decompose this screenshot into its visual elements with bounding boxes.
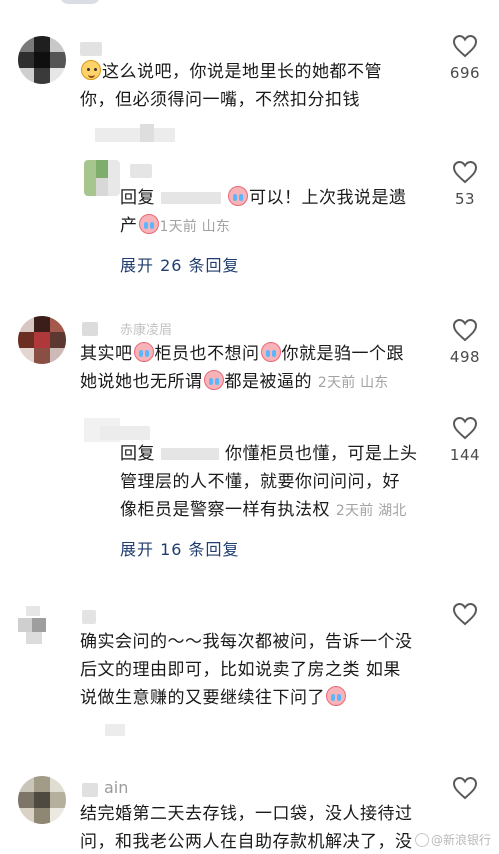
nickname-redacted[interactable] (100, 426, 150, 440)
redacted-mention (161, 448, 219, 460)
crying-face-emoji (260, 342, 281, 362)
nickname-redacted[interactable] (82, 783, 98, 797)
heart-outline-icon (452, 160, 478, 184)
like-button[interactable]: 498 (435, 318, 495, 366)
comment-text: 确实会问的～～我每次都被问，告诉一个没 后文的理由即可，比如说卖了房之类 如果 … (80, 632, 413, 708)
heart-outline-icon (452, 34, 478, 58)
previous-comment-stub (60, 0, 100, 4)
nickname-redacted[interactable] (82, 610, 96, 624)
heart-outline-icon (452, 318, 478, 342)
watermark: @新浪银行 (414, 831, 491, 848)
reply-text: 回复 你懂柜员也懂，可是上头 管理层的人不懂，就要你问问问，好 像柜员是警察一样有… (120, 444, 418, 520)
comment-text: 这么说吧，你说是地里长的她都不管 你，但必须得问一嘴，不然扣分扣钱 (80, 60, 382, 110)
nickname-fragment[interactable]: 赤康凌眉 (120, 319, 172, 338)
reply-meta: 2天前 湖北 (335, 503, 407, 519)
comment-meta: 2天前 山东 (317, 375, 389, 391)
like-button[interactable] (435, 776, 495, 800)
like-button[interactable]: 53 (435, 160, 495, 208)
heart-outline-icon (452, 602, 478, 626)
avatar[interactable] (18, 316, 66, 364)
crying-face-emoji (228, 186, 248, 206)
like-button[interactable]: 696 (435, 34, 495, 82)
like-button[interactable] (435, 602, 495, 626)
nickname-redacted[interactable] (80, 42, 102, 56)
like-count: 696 (449, 64, 481, 82)
avatar[interactable] (84, 160, 120, 196)
expand-replies-link[interactable]: 展开 16 条回复 (120, 536, 240, 560)
like-button[interactable]: 144 (435, 416, 495, 464)
nickname-fragment[interactable]: ain (104, 778, 128, 797)
doge-emoji (81, 60, 101, 80)
reply-text: 回复 可以！上次我说是遗 产 1天前 山东 (120, 186, 407, 236)
nickname-redacted[interactable] (82, 322, 98, 336)
comment-text: 结完婚第二天去存钱，一口袋，没人接待过 问，和我老公两人在自助存款机解决了，没 (80, 804, 413, 852)
crying-face-emoji (326, 686, 346, 706)
redacted-block (95, 128, 175, 142)
expand-replies-link[interactable]: 展开 26 条回复 (120, 252, 240, 276)
crying-face-emoji (133, 342, 154, 362)
avatar[interactable] (18, 606, 66, 654)
avatar[interactable] (18, 776, 66, 824)
avatar[interactable] (18, 36, 66, 84)
redacted-mention (161, 192, 221, 204)
redacted-block (105, 724, 125, 736)
reply-meta: 1天前 山东 (159, 219, 231, 235)
comment-text: 其实吧 柜员也不想问 你就是驺一个跟 她说她也无所谓 都是被逼的 2天前 山东 (80, 342, 404, 392)
weibo-icon (414, 833, 429, 847)
like-count: 498 (449, 348, 481, 366)
crying-face-emoji (138, 214, 159, 234)
heart-outline-icon (452, 776, 478, 800)
like-count: 53 (454, 190, 476, 208)
nickname-redacted[interactable] (130, 164, 152, 178)
redacted-block (140, 124, 154, 142)
like-count: 144 (449, 446, 481, 464)
heart-outline-icon (452, 416, 478, 440)
crying-face-emoji (203, 370, 224, 390)
